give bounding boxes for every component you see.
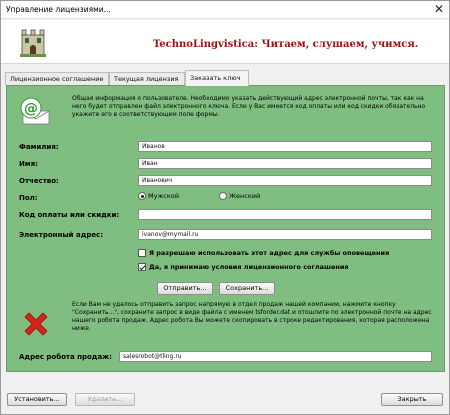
license-manager-window: Управление лицензиями... ✕ TechnoLingvis… <box>0 0 450 415</box>
gender-label: Пол: <box>19 194 38 202</box>
checkbox-checked-icon <box>138 263 146 271</box>
window-title: Управление лицензиями... <box>6 5 111 14</box>
close-icon[interactable]: ✕ <box>434 2 444 16</box>
gender-female-label: Женский <box>229 192 261 200</box>
app-banner: TechnoLingvistica: Читаем, слушаем, учим… <box>1 20 449 64</box>
info-section: @ Общая информация о пользователе. Необх… <box>17 95 435 137</box>
radio-selected-icon <box>138 192 146 200</box>
tab-order-key[interactable]: Заказать ключ <box>185 70 249 86</box>
info-text: Общая информация о пользователе. Необход… <box>72 95 426 118</box>
save-button[interactable]: Сохранить... <box>219 282 275 295</box>
surname-label: Фамилия: <box>19 143 59 151</box>
gender-male-radio[interactable]: Мужской <box>138 192 179 200</box>
code-field[interactable] <box>138 209 432 220</box>
agree-label: Да, я принимаю условия лицензионного сог… <box>149 263 349 271</box>
checkbox-unchecked-icon <box>138 249 146 257</box>
warning-section: Если Вам не удалось отправить запрос нап… <box>17 301 435 351</box>
code-label: Код оплаты или скидки: <box>19 211 120 219</box>
robot-label: Адрес робота продаж: <box>19 353 112 361</box>
robot-address-field[interactable]: salesrobot@tling.ru <box>119 351 432 362</box>
agree-checkbox[interactable]: Да, я принимаю условия лицензионного сог… <box>138 263 349 271</box>
error-cross-icon <box>24 312 48 336</box>
surname-field[interactable]: Иванов <box>138 141 432 152</box>
app-heading: TechnoLingvistica: Читаем, слушаем, учим… <box>153 39 419 50</box>
patronymic-field[interactable]: Иванович <box>138 175 432 186</box>
email-field[interactable]: ivanov@mymail.ru <box>138 229 432 240</box>
warning-text: Если Вам не удалось отправить запрос нап… <box>72 301 432 332</box>
title-bar: Управление лицензиями... ✕ <box>1 1 449 19</box>
email-label: Электронный адрес: <box>19 231 104 239</box>
notify-label: Я разрешаю использовать этот адрес для с… <box>149 249 390 257</box>
send-button[interactable]: Отправить... <box>157 282 213 295</box>
name-label: Имя: <box>19 160 38 168</box>
close-button[interactable]: Закрыть <box>381 393 443 406</box>
castle-logo-icon <box>20 29 46 57</box>
gender-male-label: Мужской <box>148 192 180 200</box>
email-info-icon: @ <box>20 97 50 125</box>
install-button[interactable]: Установить... <box>7 393 67 406</box>
radio-empty-icon <box>219 192 227 200</box>
gender-female-radio[interactable]: Женский <box>219 192 260 200</box>
delete-button[interactable]: Удалить... <box>75 393 135 406</box>
tab-license-agreement[interactable]: Лицензионное соглашение <box>5 72 109 85</box>
order-key-panel: @ Общая информация о пользователе. Необх… <box>6 85 445 372</box>
name-field[interactable]: Иван <box>138 158 432 169</box>
footer-bar: Установить... Удалить... Закрыть <box>1 376 449 414</box>
tab-current-license[interactable]: Текущая лицензия <box>109 72 185 85</box>
patronymic-label: Отчество: <box>19 177 59 185</box>
svg-text:@: @ <box>24 101 38 117</box>
notify-checkbox[interactable]: Я разрешаю использовать этот адрес для с… <box>138 249 389 257</box>
